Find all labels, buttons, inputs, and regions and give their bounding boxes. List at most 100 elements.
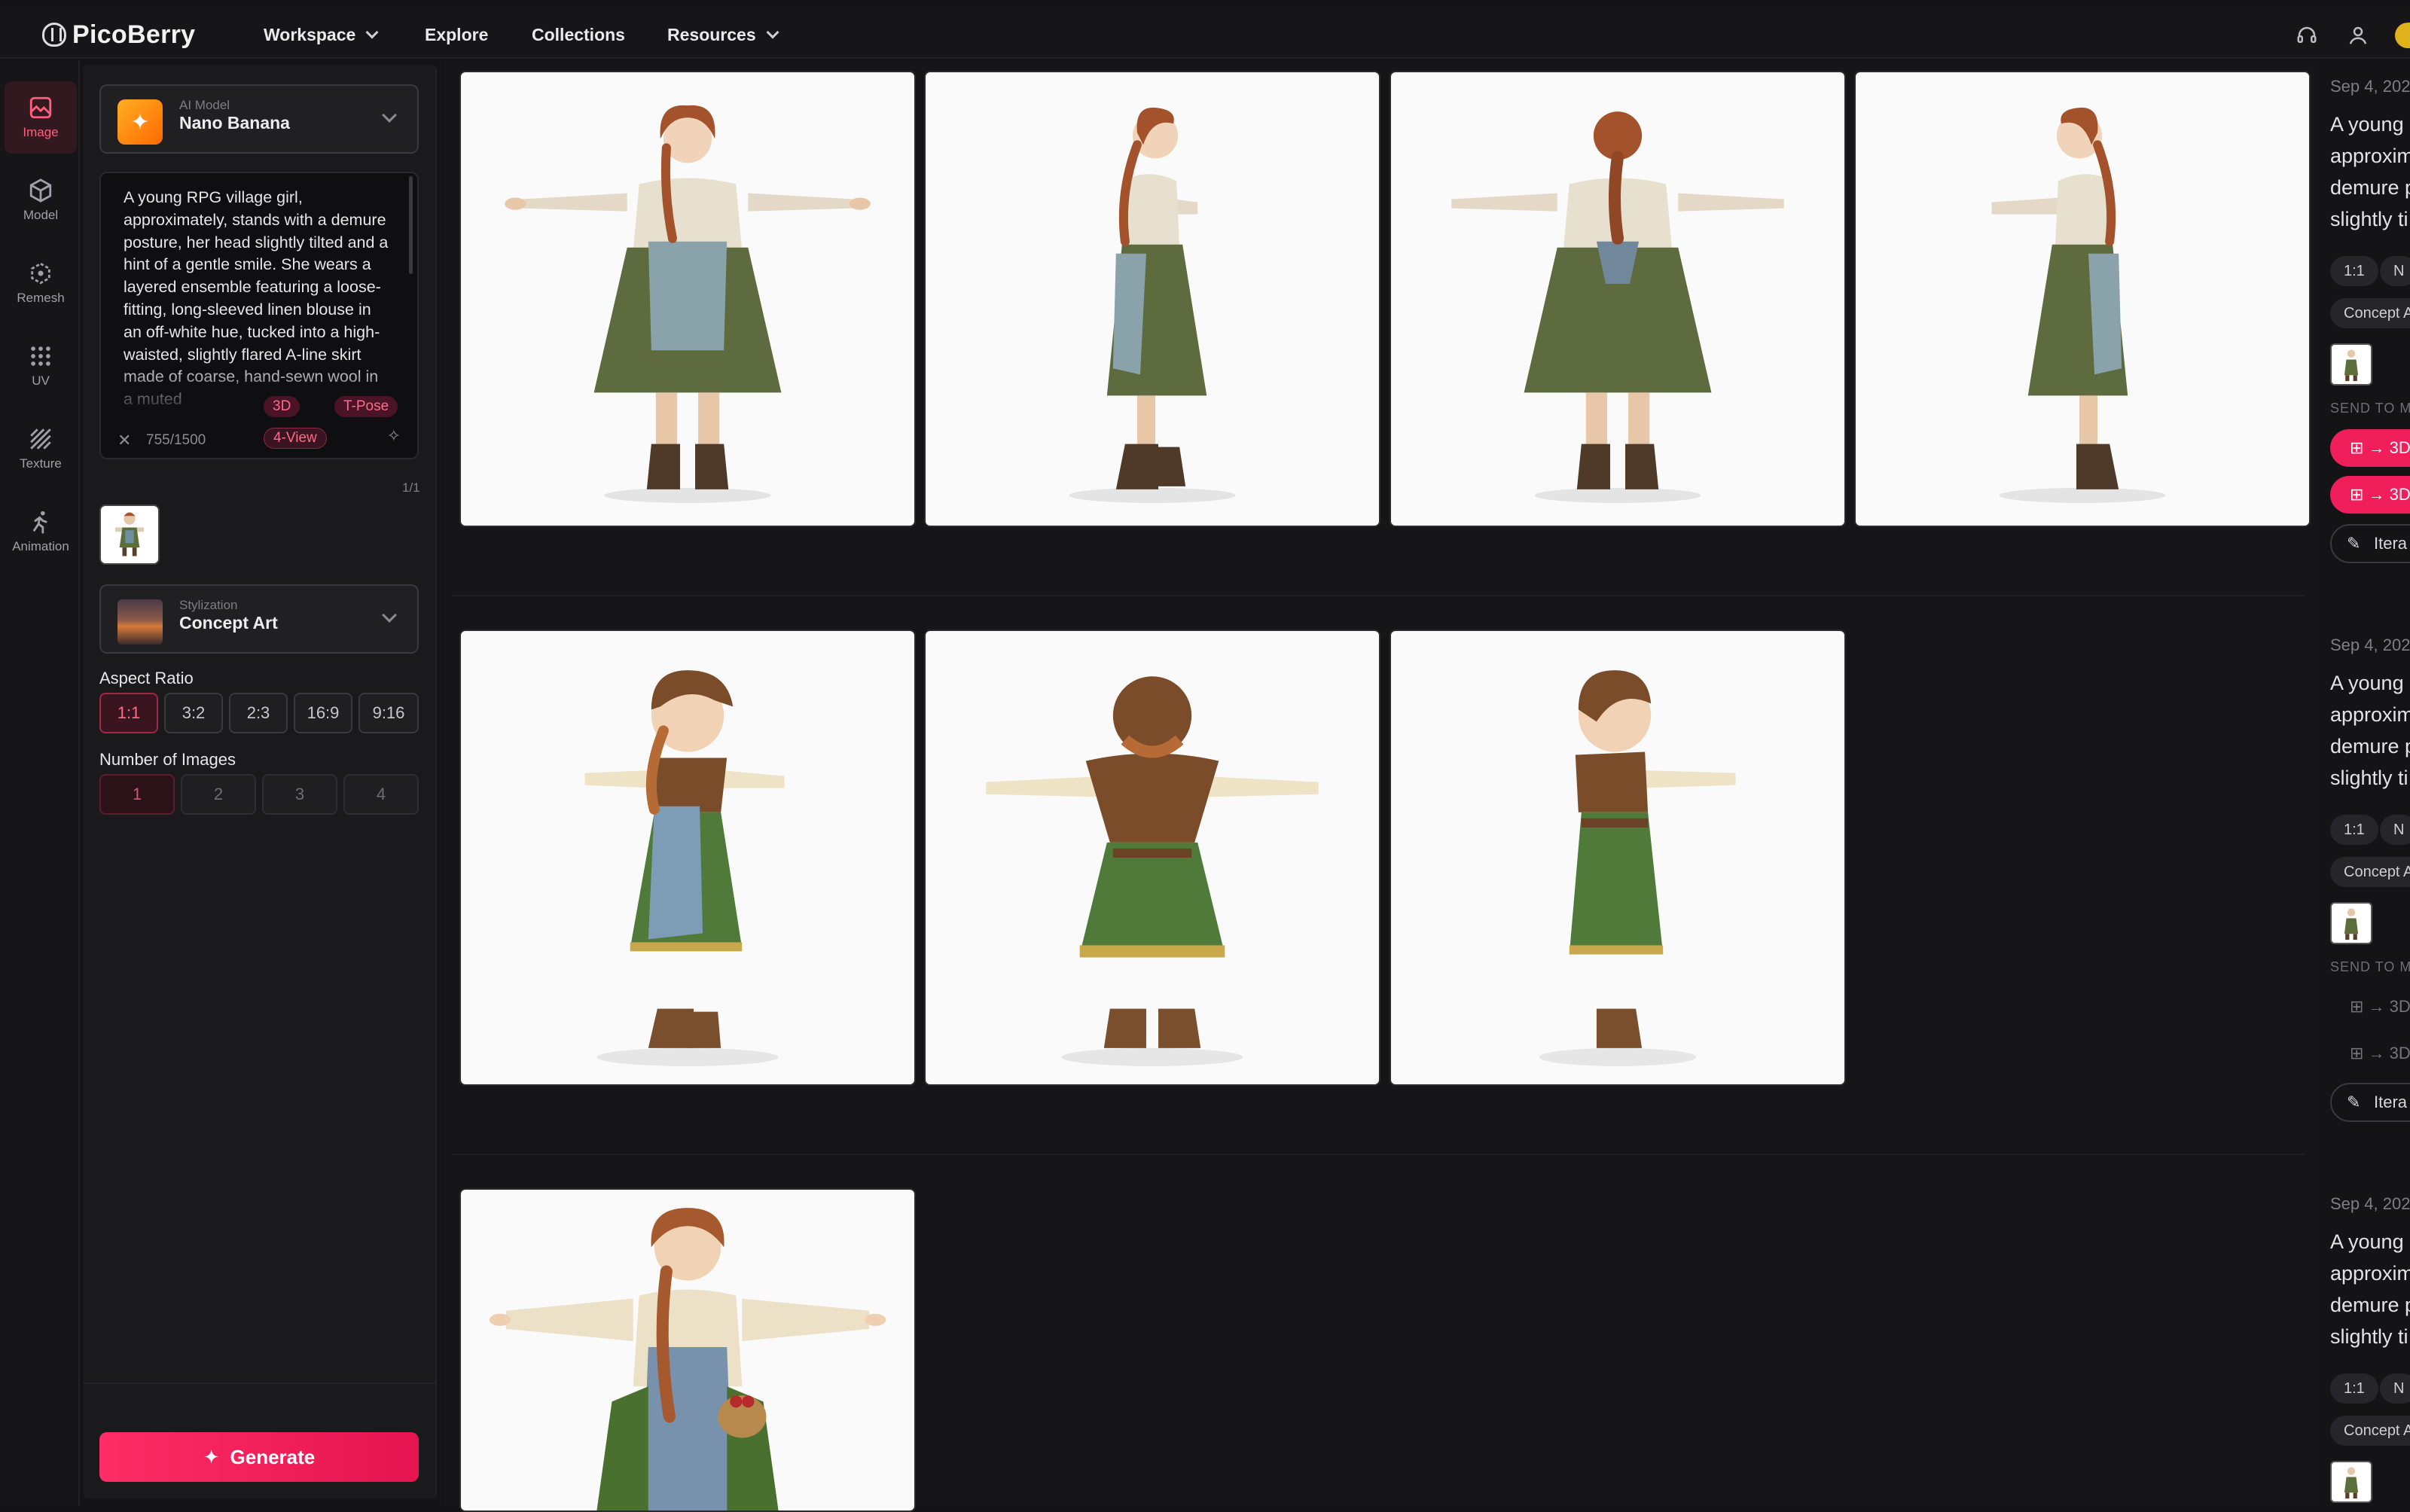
aspect-ratio-title: Aspect Ratio — [99, 669, 194, 687]
tag-3d[interactable]: 3D — [264, 396, 300, 417]
prompt-scrollbar[interactable] — [409, 176, 413, 274]
nav-collections[interactable]: Collections — [532, 11, 625, 59]
stylization-selector[interactable]: Stylization Concept Art — [99, 584, 419, 654]
num-images-option-4[interactable]: 4 — [343, 774, 419, 815]
generated-image-side-right[interactable] — [924, 71, 1380, 527]
sparkle-icon: ✦ — [117, 99, 163, 145]
send-to-3d-button[interactable]: ⊞ → 3D — [2330, 988, 2410, 1026]
reference-image-thumb[interactable] — [99, 505, 160, 565]
nav-workspace[interactable]: Workspace — [264, 11, 379, 59]
tag-t-pose[interactable]: T-Pose — [334, 396, 398, 417]
prompt-box[interactable]: A young RPG village girl, approximately,… — [99, 172, 419, 459]
rail-item-remesh[interactable]: Remesh — [5, 247, 77, 319]
nav-explore[interactable]: Explore — [425, 11, 488, 59]
user-icon[interactable] — [2347, 24, 2369, 47]
iterate-button[interactable]: ✎ Itera — [2330, 524, 2410, 563]
nav-workspace-label: Workspace — [264, 24, 356, 44]
entry-aspect-chip: 1:1 — [2330, 256, 2378, 286]
send-to-3d-label: → 3D — [2368, 997, 2410, 1016]
stylization-thumb — [117, 599, 163, 645]
left-rail: Image Model Remesh UV Texture Animation — [0, 60, 80, 1506]
entry-date: Sep 4, 202 — [2330, 1194, 2410, 1213]
rail-item-uv[interactable]: UV — [5, 330, 77, 402]
generated-image-cartoon-side[interactable] — [459, 629, 916, 1086]
send-to-3d-button[interactable]: ⊞ → 3D — [2330, 476, 2410, 514]
pencil-icon: ✎ — [2347, 1093, 2361, 1111]
brand-logo[interactable]: PicoBerry — [42, 18, 195, 51]
grid-icon: ⊞ — [2350, 485, 2369, 504]
credits-badge[interactable] — [2395, 23, 2410, 48]
aspect-option-1-1[interactable]: 1:1 — [99, 693, 158, 733]
row-divider — [452, 1154, 2305, 1155]
aspect-option-3-2[interactable]: 3:2 — [164, 693, 223, 733]
grid-dots-icon — [31, 346, 50, 366]
chevron-down-icon — [766, 26, 779, 39]
cartoon-character-side-image — [584, 670, 785, 1066]
ai-model-label: AI Model — [179, 98, 230, 112]
send-to-3d-label: → 3D — [2368, 1044, 2410, 1062]
entry-reference-thumb[interactable] — [2330, 902, 2372, 944]
entry-aspect-chip: 1:1 — [2330, 815, 2378, 845]
entry-prompt-line: approxim — [2330, 703, 2410, 726]
entry-prompt-line: demure p — [2330, 176, 2410, 199]
character-side-image — [1069, 107, 1236, 503]
generated-image-back[interactable] — [1390, 71, 1846, 527]
enhance-prompt-icon[interactable]: ✧ — [387, 426, 401, 446]
texture-icon — [30, 428, 51, 450]
generation-panel: ✦ AI Model Nano Banana A young RPG villa… — [83, 65, 437, 1498]
image-icon — [29, 96, 52, 119]
logo-icon — [42, 23, 66, 47]
num-images-option-2[interactable]: 2 — [181, 774, 256, 815]
rail-label-image: Image — [23, 125, 59, 139]
send-to-3d-label: → 3D — [2368, 485, 2410, 504]
rail-label-texture: Texture — [20, 456, 62, 471]
entry-prompt-line: A young R — [2330, 672, 2410, 694]
rail-item-model[interactable]: Model — [5, 164, 77, 236]
nav-collections-label: Collections — [532, 24, 625, 44]
remesh-icon — [31, 262, 50, 285]
entry-reference-thumb[interactable] — [2330, 1461, 2372, 1503]
ai-model-selector[interactable]: ✦ AI Model Nano Banana — [99, 84, 419, 154]
entry-model-chip: N — [2380, 1373, 2410, 1404]
num-images-option-3[interactable]: 3 — [262, 774, 337, 815]
generate-button[interactable]: ✦ Generate — [99, 1432, 419, 1482]
rail-item-texture[interactable]: Texture — [5, 413, 77, 485]
aspect-option-2-3[interactable]: 2:3 — [229, 693, 288, 733]
generated-image-cartoon-back[interactable] — [924, 629, 1380, 1086]
entry-prompt-line: slightly ti — [2330, 208, 2408, 230]
generated-image-cartoon-side-right[interactable] — [1390, 629, 1846, 1086]
row-divider — [452, 595, 2305, 596]
rail-item-image[interactable]: Image — [5, 81, 77, 154]
clear-icon[interactable]: ✕ — [117, 432, 131, 449]
grid-icon: ⊞ — [2350, 1044, 2369, 1062]
ai-model-value: Nano Banana — [179, 113, 290, 133]
generated-image-basket[interactable] — [459, 1188, 916, 1512]
entry-reference-thumb[interactable] — [2330, 343, 2372, 386]
character-with-basket-image — [489, 1208, 886, 1510]
generated-image-side-left[interactable] — [1854, 71, 2311, 527]
iterate-button[interactable]: ✎ Itera — [2330, 1083, 2410, 1122]
headset-icon[interactable] — [2296, 24, 2318, 47]
send-to-label: SEND TO MO — [2330, 959, 2410, 974]
send-to-3d-button[interactable]: ⊞ → 3D — [2330, 1035, 2410, 1072]
num-images-option-1[interactable]: 1 — [99, 774, 175, 815]
brand-name: PicoBerry — [72, 20, 196, 49]
send-to-3d-button[interactable]: ⊞ → 3D — [2330, 429, 2410, 467]
aspect-option-16-9[interactable]: 16:9 — [294, 693, 352, 733]
rail-item-animation[interactable]: Animation — [5, 495, 77, 568]
entry-prompt-line: slightly ti — [2330, 767, 2408, 789]
grid-icon: ⊞ — [2350, 438, 2369, 457]
nav-resources[interactable]: Resources — [667, 11, 779, 59]
entry-style-chip: Concept A — [2330, 298, 2410, 328]
character-thumbnail — [115, 512, 144, 556]
entry-prompt-line: demure p — [2330, 1294, 2410, 1316]
chevron-down-icon — [382, 608, 397, 623]
aspect-option-9-16[interactable]: 9:16 — [358, 693, 419, 733]
chevron-down-icon — [382, 108, 397, 123]
generated-image-front[interactable] — [459, 71, 916, 527]
entry-date: Sep 4, 202 — [2330, 77, 2410, 96]
entry-prompt-line: approxim — [2330, 145, 2410, 167]
character-side-image — [1991, 107, 2166, 503]
tag-4-view[interactable]: 4-View — [264, 428, 327, 449]
running-icon — [33, 511, 47, 534]
